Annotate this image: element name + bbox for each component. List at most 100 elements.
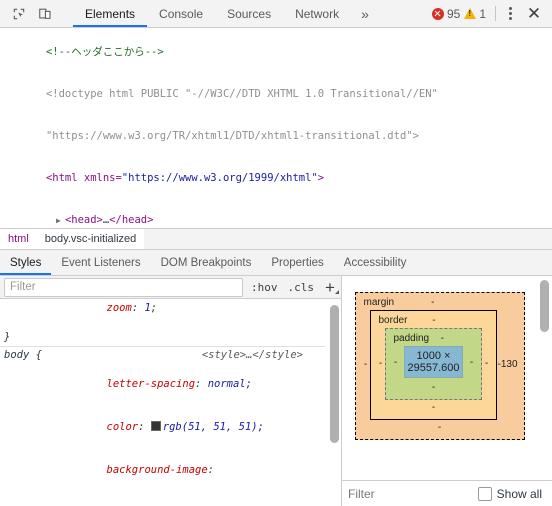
head-open-tag: <head> <box>64 214 103 226</box>
box-model-border-left-value[interactable]: - <box>377 358 385 369</box>
breadcrumb-item-body[interactable]: body.vsc-initialized <box>36 229 145 249</box>
tab-properties[interactable]: Properties <box>261 250 333 275</box>
box-model-padding-mid-row: - 1000 × 29557.600 - <box>392 344 476 380</box>
box-model-padding-top-value[interactable]: - <box>441 333 444 344</box>
css-declaration-zoom[interactable]: zoom: 1; <box>4 299 321 330</box>
css-declaration-color[interactable]: color: rgb(51, 51, 51); <box>4 405 321 448</box>
html-tag-suffix: > <box>317 172 325 184</box>
box-model-margin[interactable]: margin - - border - - padding - - 1000 ×… <box>354 292 525 440</box>
css-declaration-letter-spacing[interactable]: letter-spacing: normal; <box>4 362 321 405</box>
box-model-padding-top-row: padding - <box>392 333 476 344</box>
toolbar-icon-group <box>0 0 73 27</box>
box-model-margin-bottom-value[interactable]: - <box>362 420 518 433</box>
breadcrumb-item-html[interactable]: html <box>0 229 37 249</box>
computed-pane: margin - - border - - padding - - 1000 ×… <box>342 276 552 506</box>
styles-pane: Filter :hov .cls + zoom: 1; } body {<st… <box>0 276 342 506</box>
more-tabs-icon[interactable]: » <box>351 0 379 27</box>
new-style-rule-button[interactable]: + <box>319 277 341 297</box>
css-val-color: rgb(51, 51, 51); <box>162 420 264 433</box>
box-model-border[interactable]: border - - padding - - 1000 × 29557.600 … <box>369 310 498 420</box>
expand-arrow-icon[interactable]: ▶ <box>56 214 65 228</box>
styles-filter-input[interactable]: Filter <box>4 277 243 297</box>
tab-accessibility-label: Accessibility <box>343 256 407 269</box>
tab-dom-breakpoints[interactable]: DOM Breakpoints <box>151 250 262 275</box>
tab-accessibility[interactable]: Accessibility <box>334 250 417 275</box>
error-badge[interactable]: 95 <box>431 6 461 21</box>
html-tag-prefix: <html xmlns= <box>45 172 122 184</box>
css-rule-origin[interactable]: <style>…</style> <box>202 348 303 362</box>
tab-console-label: Console <box>159 6 204 21</box>
css-prop-color: color <box>106 420 139 433</box>
box-model-content-size[interactable]: 1000 × 29557.600 <box>403 346 464 378</box>
tab-network-label: Network <box>295 6 340 21</box>
box-model-margin-right-value[interactable]: -130 <box>497 359 517 370</box>
box-model-margin-top-row: margin - <box>362 297 518 308</box>
box-model-margin-left-value[interactable]: - <box>362 359 370 370</box>
comment-text: <!--ヘッダここから--> <box>45 46 164 58</box>
css-prop-background-image: background-image <box>106 463 208 476</box>
box-model-padding-label: padding <box>393 333 430 344</box>
box-model-border-top-value[interactable]: - <box>432 315 435 326</box>
show-all-checkbox[interactable] <box>477 486 492 501</box>
css-prop-zoom: zoom <box>106 302 132 315</box>
styles-filter-toolbar: Filter :hov .cls + <box>0 276 341 299</box>
box-model-border-bottom-value[interactable]: - <box>377 400 491 413</box>
css-prop-letter-spacing: letter-spacing <box>106 377 196 390</box>
tab-styles[interactable]: Styles <box>0 250 52 275</box>
tab-event-listeners[interactable]: Event Listeners <box>51 250 150 275</box>
css-rules-area[interactable]: zoom: 1; } body { <style>…</style> lette… <box>0 299 341 506</box>
toggle-hover-state-button[interactable]: :hov <box>246 281 283 294</box>
dom-node-header-comment[interactable]: <!--ヘッダここから--> <box>0 31 552 73</box>
computed-filter-input[interactable]: Filter <box>348 487 478 501</box>
box-model-padding-left-value[interactable]: - <box>392 357 400 368</box>
panel-tabs: Elements Console Sources Network » <box>73 0 426 27</box>
lower-split: Filter :hov .cls + zoom: 1; } body {<st… <box>0 276 552 506</box>
dom-tree[interactable]: <!--ヘッダここから--> <!doctype html PUBLIC "-/… <box>0 28 552 229</box>
warning-badge[interactable]: 1 <box>464 7 486 21</box>
box-model-padding-bottom-value[interactable]: - <box>392 380 476 393</box>
tab-elements-label: Elements <box>85 6 136 21</box>
box-model-padding-right-value[interactable]: - <box>467 357 475 368</box>
toolbar-right-group: 95 1 ✕ <box>426 0 552 27</box>
css-rule-partial-top[interactable]: zoom: 1; } <box>0 299 325 348</box>
tab-properties-label: Properties <box>271 256 324 269</box>
tab-styles-label: Styles <box>10 256 42 269</box>
warning-icon <box>464 8 477 19</box>
breadcrumb-item-body-label: body.vsc-initialized <box>44 233 137 245</box>
main-toolbar: Elements Console Sources Network » 95 ! … <box>0 0 552 28</box>
box-model-container: margin - - border - - padding - - 1000 ×… <box>342 276 552 480</box>
color-swatch-icon[interactable] <box>150 420 161 431</box>
tab-sources[interactable]: Sources <box>215 0 283 27</box>
styles-sidebar-tabs: Styles Event Listeners DOM Breakpoints P… <box>0 250 552 276</box>
show-all-toggle[interactable]: Show all <box>477 486 546 501</box>
computed-pane-scrollbar[interactable] <box>540 280 549 332</box>
tab-network[interactable]: Network <box>283 0 351 27</box>
box-model-margin-mid-row: - border - - padding - - 1000 × 29557.60… <box>362 308 518 420</box>
tab-console[interactable]: Console <box>147 0 215 27</box>
issues-badge-group[interactable]: 95 1 <box>426 7 492 21</box>
dom-node-head[interactable]: ▶ <head>…</head> <box>0 199 552 228</box>
error-icon <box>431 7 444 20</box>
error-count: 95 <box>446 6 461 21</box>
warning-count: 1 <box>479 6 486 21</box>
css-rules-scroller: zoom: 1; } body { <style>…</style> lette… <box>0 299 341 506</box>
tab-sources-label: Sources <box>227 6 272 21</box>
box-model-padding[interactable]: padding - - 1000 × 29557.600 - - <box>384 328 483 400</box>
css-rule-body[interactable]: body { <style>…</style> letter-spacing: … <box>0 347 325 506</box>
computed-filter-toolbar: Filter Show all <box>342 480 552 506</box>
styles-pane-scrollbar[interactable] <box>330 305 339 443</box>
css-rule-close-brace: } <box>4 330 11 343</box>
kebab-menu-icon[interactable] <box>499 1 521 26</box>
dom-node-doctype[interactable]: <!doctype html PUBLIC "-//W3C//DTD XHTML… <box>0 73 552 115</box>
dom-node-html[interactable]: <html xmlns="https://www.w3.org/1999/xht… <box>0 157 552 199</box>
devtools-window: Elements Console Sources Network » 95 ! … <box>0 0 552 506</box>
toolbar-divider-2 <box>495 6 496 21</box>
tab-elements[interactable]: Elements <box>73 0 148 27</box>
close-icon[interactable]: ✕ <box>521 1 547 26</box>
device-toolbar-icon[interactable] <box>32 1 58 26</box>
box-model-border-right-value[interactable]: - <box>482 358 490 369</box>
box-model-margin-top-value[interactable]: - <box>431 297 434 308</box>
inspect-element-icon[interactable] <box>6 1 32 26</box>
css-declaration-background-image[interactable]: background-image: <box>4 448 321 491</box>
toggle-class-button[interactable]: .cls <box>283 281 320 294</box>
